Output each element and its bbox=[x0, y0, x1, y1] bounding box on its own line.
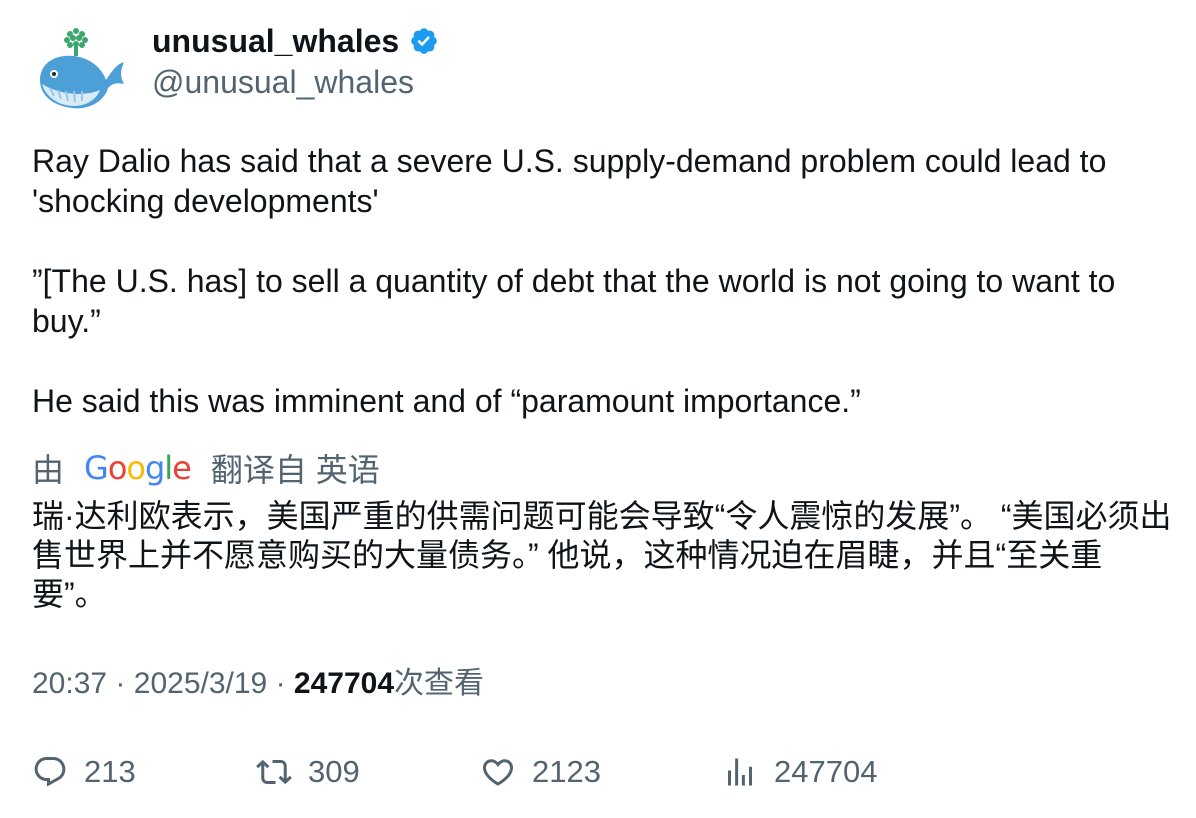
translated-text: 瑞·达利欧表示，美国严重的供需问题可能会导致“令人震惊的发展”。 “美国必须出售… bbox=[32, 498, 1172, 612]
views-button[interactable]: 247704 bbox=[722, 750, 877, 794]
retweet-icon bbox=[256, 759, 292, 785]
translation-attribution[interactable]: 由 Google 翻译自 英语 bbox=[32, 447, 380, 489]
tweet-date[interactable]: 2025/3/19 bbox=[134, 667, 267, 700]
like-count: 2123 bbox=[532, 754, 601, 789]
heart-icon bbox=[482, 759, 514, 786]
tweet-time[interactable]: 20:37 bbox=[32, 667, 107, 700]
translation-prefix: 由 bbox=[32, 452, 65, 488]
views-label: 次查看 bbox=[394, 667, 485, 700]
action-bar: 213 309 2123 247704 bbox=[32, 750, 1172, 794]
tweet-text: Ray Dalio has said that a severe U.S. su… bbox=[32, 141, 1172, 421]
verified-badge-icon bbox=[411, 28, 437, 54]
reply-count: 213 bbox=[84, 754, 136, 789]
author-name[interactable]: unusual_whales bbox=[152, 20, 439, 62]
avatar[interactable] bbox=[32, 24, 128, 120]
bar-chart-icon bbox=[728, 758, 752, 786]
meta-separator: · bbox=[275, 667, 286, 700]
views-count: 247704 bbox=[774, 754, 878, 789]
google-logo: Google bbox=[84, 449, 192, 487]
retweet-button[interactable]: 309 bbox=[256, 750, 360, 794]
meta-separator: · bbox=[115, 667, 126, 700]
author-handle[interactable]: @unusual_whales bbox=[152, 61, 414, 103]
translation-suffix: 翻译自 英语 bbox=[210, 452, 380, 488]
like-button[interactable]: 2123 bbox=[480, 750, 601, 794]
tweet-paragraph: ”[The U.S. has] to sell a quantity of de… bbox=[32, 263, 1116, 339]
reply-button[interactable]: 213 bbox=[32, 750, 136, 794]
tweet-meta: 20:37 · 2025/3/19 · 247704次查看 bbox=[32, 663, 484, 705]
view-count: 247704 bbox=[293, 667, 395, 700]
whale-avatar-icon bbox=[32, 24, 128, 120]
tweet-paragraph: He said this was imminent and of “paramo… bbox=[32, 383, 861, 419]
tweet-paragraph: Ray Dalio has said that a severe U.S. su… bbox=[32, 143, 1107, 219]
retweet-count: 309 bbox=[308, 754, 360, 789]
display-name[interactable]: unusual_whales bbox=[152, 20, 399, 62]
reply-icon bbox=[34, 757, 66, 787]
